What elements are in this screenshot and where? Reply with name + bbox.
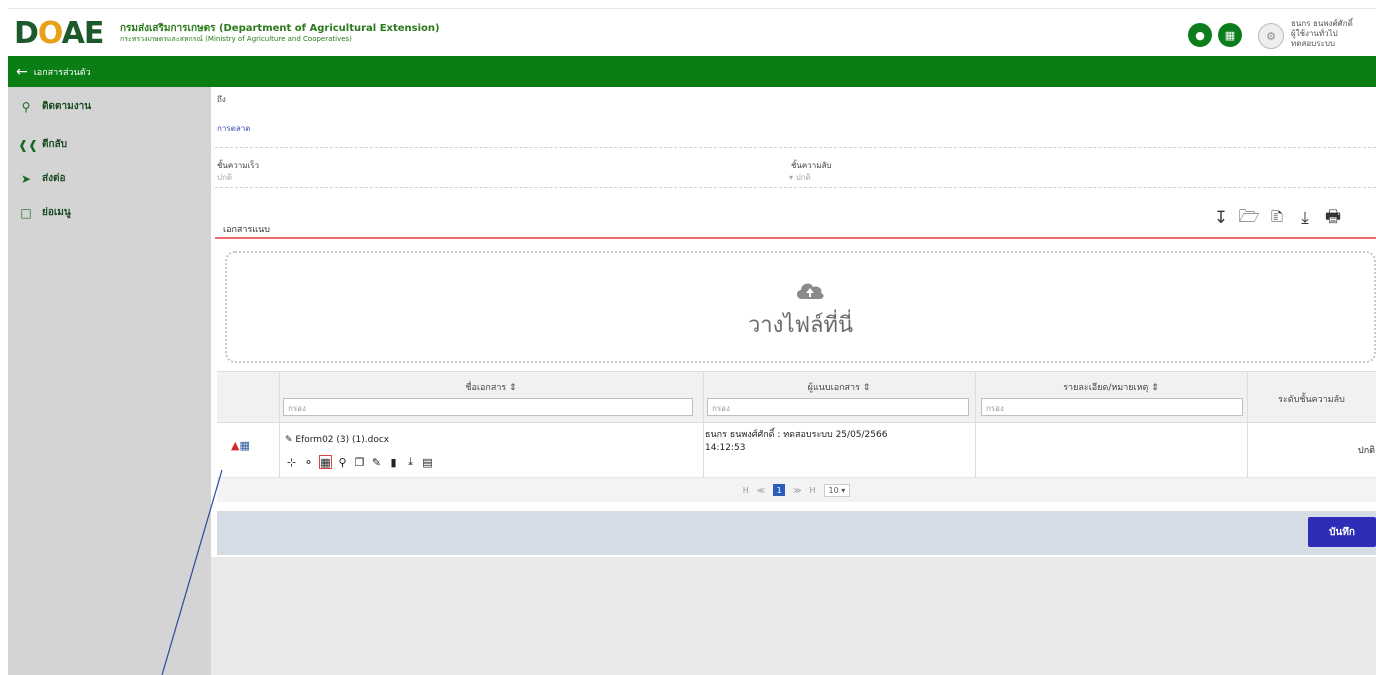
sidebar-item-collapse[interactable]: □ ย่อเมนู: [18, 205, 71, 220]
file-dropzone[interactable]: วางไฟล์ที่นี่: [225, 251, 1376, 363]
pencil-icon[interactable]: ✎: [285, 435, 295, 445]
folder-open-icon[interactable]: 🗁: [1238, 207, 1259, 229]
user-role: ผู้ใช้งานทั่วไป: [1291, 29, 1338, 38]
user-info[interactable]: ธนกร ธนพงศ์ศักดิ์ ผู้ใช้งานทั่วไป ทดสอบร…: [1291, 19, 1353, 49]
column-divider: [703, 371, 704, 478]
to-value[interactable]: การตลาด: [217, 122, 250, 135]
file-icon[interactable]: ▮: [387, 455, 400, 469]
avatar[interactable]: ⚙: [1258, 23, 1284, 49]
first-page-button[interactable]: H: [743, 486, 749, 495]
copy-icon[interactable]: ❐: [353, 455, 366, 469]
section-underline: [215, 237, 1376, 239]
share-users-icon[interactable]: ⊹: [285, 455, 298, 469]
notification-bell-icon[interactable]: ●: [1188, 23, 1212, 47]
new-file-icon[interactable]: 🗈: [1267, 207, 1287, 229]
cloud-upload-icon: [796, 283, 824, 299]
sidebar-item-return[interactable]: ❰❰ ตีกลับ: [18, 137, 67, 152]
col-header-detail[interactable]: รายละเอียด/หมายเหตุ ⇕: [975, 380, 1247, 394]
collapse-icon: □: [20, 205, 32, 220]
row-actions: ⊹ ⚬ ▦ ⚲ ❐ ✎ ▮ ⤓ ▤: [285, 455, 434, 469]
prev-page-button[interactable]: ≪: [757, 486, 765, 495]
search-icon: ⚲: [21, 99, 31, 114]
app-grid-icon[interactable]: ▦: [1218, 23, 1242, 47]
filter-name-input[interactable]: กรอง: [283, 398, 693, 416]
last-page-button[interactable]: H: [810, 486, 816, 495]
dropzone-text: วางไฟล์ที่นี่: [747, 313, 854, 338]
user-sub: ทดสอบระบบ: [1291, 39, 1335, 48]
sort-icon[interactable]: ↧: [1211, 207, 1231, 229]
scan-icon[interactable]: 🖶: [1323, 207, 1343, 229]
row-status-icons: ▲▦: [231, 439, 250, 452]
attachment-toolbar: ↧ 🗁 🗈 ⤓ 🖶: [1211, 207, 1343, 229]
user-name: ธนกร ธนพงศ์ศักดิ์: [1291, 19, 1353, 28]
trash-icon[interactable]: ▤: [421, 455, 434, 469]
ministry-name: กระทรวงเกษตรและสหกรณ์ (Ministry of Agric…: [120, 35, 352, 43]
sidebar: ⚲ ติดตามงาน ❰❰ ตีกลับ ➤ ส่งต่อ □ ย่อเมนู: [8, 87, 211, 675]
reply-all-icon: ❰❰: [18, 137, 39, 152]
sidebar-item-forward[interactable]: ➤ ส่งต่อ: [18, 171, 66, 186]
secret-select[interactable]: ▾ ปกติ: [789, 171, 811, 184]
attacher-line1: ธนกร ธนพงศ์ศักดิ์ : ทดสอบระบบ 25/05/2566: [705, 430, 888, 440]
col-header-secret: ระดับชั้นความลับ: [1278, 395, 1345, 405]
download-icon[interactable]: ⤓: [1295, 207, 1315, 229]
column-divider: [279, 371, 280, 478]
secret-level: ปกติ: [1358, 446, 1376, 456]
divider: [215, 187, 1376, 188]
signature-icon[interactable]: ▦: [319, 455, 332, 469]
column-divider: [1247, 371, 1248, 478]
sidebar-item-label: ตีกลับ: [42, 139, 68, 150]
page-size-select[interactable]: 10 ▾: [823, 483, 851, 497]
to-label: ถึง: [217, 95, 226, 104]
col-header-name[interactable]: ชื่อเอกสาร ⇕: [279, 380, 703, 394]
sidebar-item-label: ติดตามงาน: [42, 101, 92, 112]
sidebar-item-track[interactable]: ⚲ ติดตามงาน: [18, 99, 91, 114]
doae-logo: DOAE: [14, 16, 104, 51]
divider: [215, 147, 1376, 148]
attacher-line2: 14:12:53: [705, 443, 746, 453]
page-titlebar: ← เอกสารส่วนตัว: [8, 56, 1376, 87]
sidebar-item-label: ย่อเมนู: [42, 207, 71, 218]
pagination: H ≪ 1 ≫ H 10 ▾: [217, 478, 1376, 502]
table-header: ชื่อเอกสาร ⇕ ผู้แนบเอกสาร ⇕ รายละเอียด/ห…: [217, 371, 1376, 423]
app-header: DOAE กรมส่งเสริมการเกษตร (Department of …: [8, 8, 1376, 56]
main-content: ถึง การตลาด ชั้นความเร็ว ปกติ ชั้นความลั…: [211, 87, 1376, 675]
word-doc-icon[interactable]: ▦: [239, 439, 249, 452]
column-divider: [975, 371, 976, 478]
attachments-title: เอกสารแนบ: [223, 225, 270, 235]
page-title: เอกสารส่วนตัว: [33, 67, 91, 78]
back-arrow-icon[interactable]: ←: [16, 64, 28, 80]
empty-area: [211, 557, 1376, 675]
file-name[interactable]: ✎ Eform02 (3) (1).docx: [285, 435, 389, 445]
save-button[interactable]: บันทึก: [1308, 517, 1376, 547]
edit-icon[interactable]: ✎: [370, 455, 383, 469]
zoom-icon[interactable]: ⚲: [336, 455, 349, 469]
download-icon[interactable]: ⤓: [404, 455, 417, 469]
lock-icon[interactable]: ⚬: [302, 455, 315, 469]
filter-attacher-input[interactable]: กรอง: [707, 398, 969, 416]
next-page-button[interactable]: ≫: [793, 486, 801, 495]
speed-select[interactable]: ปกติ: [217, 171, 232, 184]
table-row: ▲▦ ✎ Eform02 (3) (1).docx ⊹ ⚬ ▦ ⚲ ❐ ✎ ▮ …: [217, 423, 1376, 478]
save-bar: บันทึก: [217, 511, 1376, 555]
current-page[interactable]: 1: [773, 484, 786, 496]
send-icon: ➤: [20, 171, 32, 186]
col-header-attacher[interactable]: ผู้แนบเอกสาร ⇕: [703, 380, 975, 394]
filter-detail-input[interactable]: กรอง: [981, 398, 1243, 416]
sidebar-item-label: ส่งต่อ: [42, 173, 66, 184]
